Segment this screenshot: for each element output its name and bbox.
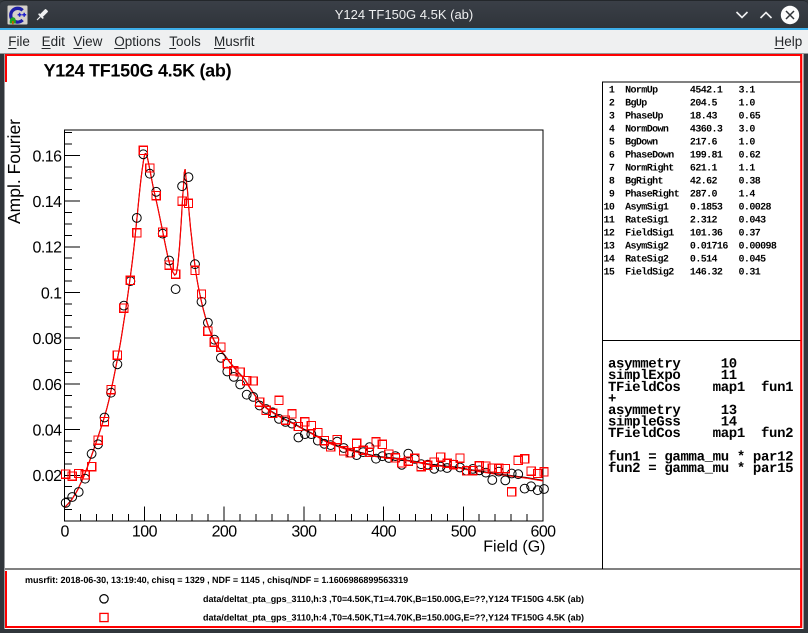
svg-text:14 RateSig2 0.514 0.045: 14 RateSig2 0.514 0.045 [604,253,767,265]
svg-text:0.06: 0.06 [33,377,63,394]
svg-text:0.08: 0.08 [33,331,63,348]
svg-text:1 NormUp 4542.1 3.1: 1 NormUp 4542.1 3.1 [604,85,756,96]
svg-text:musrfit: 2018-06-30, 13:19:40,: musrfit: 2018-06-30, 13:19:40, chisq = 1… [25,575,408,585]
svg-text:Ampl. Fourier: Ampl. Fourier [4,119,24,224]
svg-text:13 AsymSig2 0.01716 0.000: 13 AsymSig2 0.01716 0.00098 [604,240,777,252]
svg-text:12 FieldSig1 101.36 0.37: 12 FieldSig1 101.36 0.37 [604,227,761,239]
svg-text:5 BgDown 217.6 1.0: 5 BgDown 217.6 1.0 [604,137,756,148]
svg-text:0.12: 0.12 [33,240,63,257]
svg-text:fun2 = gamma_mu * par15: fun2 = gamma_mu * par15 [608,461,793,477]
svg-text:500: 500 [451,523,477,540]
svg-text:2 BgUp 204.5 1.0: 2 BgUp 204.5 1.0 [604,98,756,109]
svg-text:3 PhaseUp 18.43 0.65: 3 PhaseUp 18.43 0.65 [604,110,761,122]
svg-text:15 FieldSig2 146.32 0.31: 15 FieldSig2 146.32 0.31 [604,266,761,278]
svg-text:Y124 TF150G 4.5K (ab): Y124 TF150G 4.5K (ab) [44,61,232,81]
svg-text:10 AsymSig1 0.1853 0.002: 10 AsymSig1 0.1853 0.0028 [604,201,772,213]
svg-text:9 PhaseRight 287.0 1.4: 9 PhaseRight 287.0 1.4 [604,188,756,200]
svg-text:200: 200 [212,523,238,540]
svg-text:TFieldCos map1 fun1: TFieldCos map1 fun1 [608,380,793,396]
svg-text:4 NormDown 4360.3 3.0: 4 NormDown 4360.3 3.0 [604,124,756,135]
svg-text:0.04: 0.04 [33,423,63,440]
svg-text:7 NormRight 621.1 1.1: 7 NormRight 621.1 1.1 [604,162,756,174]
svg-text:Field (G): Field (G) [483,538,545,555]
svg-text:data/deltat_pta_gps_3110,h:4 ,: data/deltat_pta_gps_3110,h:4 ,T0=4.50K,T… [203,613,584,623]
svg-text:data/deltat_pta_gps_3110,h:3 ,: data/deltat_pta_gps_3110,h:3 ,T0=4.50K,T… [203,594,584,604]
svg-text:0.14: 0.14 [33,194,63,211]
svg-text:0.02: 0.02 [33,468,63,485]
svg-text:0: 0 [61,523,70,540]
svg-text:100: 100 [132,523,158,540]
svg-text:11 RateSig1 2.312 0.043: 11 RateSig1 2.312 0.043 [604,214,767,226]
svg-text:400: 400 [371,523,397,540]
svg-text:TFieldCos map1 fun2: TFieldCos map1 fun2 [608,426,793,442]
svg-text:0.16: 0.16 [33,148,63,165]
svg-text:8 BgRight 42.62 0.38: 8 BgRight 42.62 0.38 [604,175,761,187]
svg-text:0.1: 0.1 [41,285,62,302]
svg-text:6 PhaseDown 199.81 0.62: 6 PhaseDown 199.81 0.62 [604,149,761,161]
svg-text:300: 300 [291,523,317,540]
